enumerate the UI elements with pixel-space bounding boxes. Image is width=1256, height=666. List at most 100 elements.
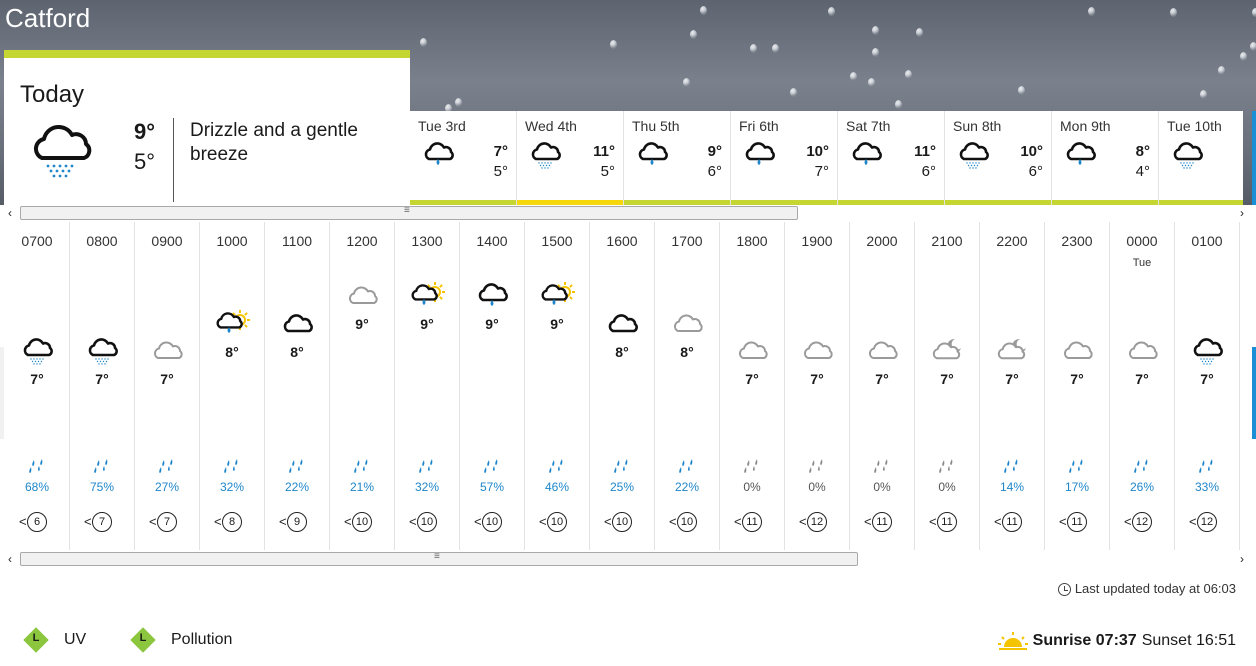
hour-column[interactable]: 0900 7° 27% < 7 xyxy=(135,222,200,550)
wind-direction-icon: < xyxy=(474,514,482,529)
hour-column[interactable]: 1400 9° 57% < 10 xyxy=(460,222,525,550)
wind-direction-icon: < xyxy=(734,514,742,529)
hour-column[interactable]: 1100 8° 22% < 9 xyxy=(265,222,330,550)
hour-time: 2200 xyxy=(996,233,1028,249)
raindrop-decoration xyxy=(1088,7,1095,16)
hour-time: 0800 xyxy=(86,233,118,249)
rain-drops-icon xyxy=(590,458,654,479)
location-title: Catford xyxy=(5,3,91,33)
hour-column[interactable]: 0700 7° 68% < 6 xyxy=(5,222,70,550)
sunrise-time: Sunrise 07:37 xyxy=(1032,632,1137,649)
rain-probability: 26% xyxy=(1129,480,1155,494)
raindrop-decoration xyxy=(1252,8,1256,17)
wind-speed: 11 xyxy=(742,512,762,532)
day-scrollbar[interactable]: ≡ xyxy=(20,205,1240,220)
day-tab[interactable]: Tue 10th xyxy=(1159,111,1243,205)
wind-direction-icon: < xyxy=(84,514,92,529)
wind-direction-icon: < xyxy=(864,514,872,529)
cloud-drizzle-icon xyxy=(28,120,98,185)
today-description: Drizzle and a gentle breeze xyxy=(190,120,358,165)
uv-indicator[interactable]: L UV xyxy=(24,628,87,652)
cloud-rain-icon xyxy=(636,141,670,176)
rain-drops-icon xyxy=(135,458,199,479)
hour-column[interactable]: 0100 7° 33% < 12 xyxy=(1175,222,1240,550)
scroll-right-arrow[interactable]: › xyxy=(1240,206,1244,220)
hour-column[interactable]: 2200 7° 14% < 11 xyxy=(980,222,1045,550)
wind-speed: 10 xyxy=(482,512,502,532)
clock-icon xyxy=(1057,583,1071,596)
raindrop-decoration xyxy=(872,26,879,35)
hour-time: 1400 xyxy=(476,233,508,249)
selected-edge-indicator xyxy=(1252,111,1256,205)
day-low-temp: 6° xyxy=(1028,163,1043,180)
scrollbar-thumb[interactable]: ≡ xyxy=(20,551,858,566)
raindrop-decoration xyxy=(1218,66,1225,75)
day-status-bar xyxy=(1159,200,1243,205)
cloud-drizzle-icon xyxy=(86,337,120,372)
day-tab[interactable]: Thu 5th 9° 6° xyxy=(624,111,731,205)
day-tab[interactable]: Fri 6th 10° 7° xyxy=(731,111,838,205)
scroll-left-arrow[interactable]: ‹ xyxy=(8,206,12,220)
day-name: Tue 3rd xyxy=(418,118,466,134)
grey-cloud-icon xyxy=(671,310,705,345)
wind-speed: 8 xyxy=(222,512,242,532)
rain-drops-icon xyxy=(70,458,134,479)
wind-direction-icon: < xyxy=(1189,514,1197,529)
rain-probability: 32% xyxy=(219,480,245,494)
scrollbar-thumb[interactable]: ≡ xyxy=(20,205,798,220)
day-high-temp: 9° xyxy=(707,143,722,160)
wind-speed: 7 xyxy=(157,512,177,532)
day-tab[interactable]: Sat 7th 11° 6° xyxy=(838,111,945,205)
hour-column[interactable]: 2300 7° 17% < 11 xyxy=(1045,222,1110,550)
hour-temp: 7° xyxy=(1200,371,1214,387)
hour-column[interactable]: 1600 8° 25% < 10 xyxy=(590,222,655,550)
hour-column[interactable]: 1900 7° 0% < 12 xyxy=(785,222,850,550)
sun-cloud-rain-icon xyxy=(541,282,575,317)
wind-speed: 11 xyxy=(872,512,892,532)
cloud-drizzle-icon xyxy=(1171,141,1205,176)
hour-time: 1700 xyxy=(671,233,703,249)
day-tabs: Tue 3rd 7° 5° Wed 4th 11° 5° Thu 5th 9° … xyxy=(410,111,1256,205)
day-name: Wed 4th xyxy=(525,118,577,134)
day-tab[interactable]: Sun 8th 10° 6° xyxy=(945,111,1052,205)
hour-column[interactable]: 0800 7° 75% < 7 xyxy=(70,222,135,550)
hour-column[interactable]: 1300 9° 32% < 10 xyxy=(395,222,460,550)
scroll-left-arrow[interactable]: ‹ xyxy=(8,552,12,566)
pollution-label: Pollution xyxy=(171,631,233,648)
day-tab[interactable]: Tue 3rd 7° 5° xyxy=(410,111,517,205)
rain-probability: 46% xyxy=(544,480,570,494)
hour-column[interactable]: 1500 9° 46% < 10 xyxy=(525,222,590,550)
wind-direction-icon: < xyxy=(409,514,417,529)
wind-speed: 10 xyxy=(352,512,372,532)
hour-temp: 7° xyxy=(1135,371,1149,387)
day-high-temp: 11° xyxy=(914,143,936,160)
hour-column[interactable]: 2100 7° 0% < 11 xyxy=(915,222,980,550)
scroll-right-arrow[interactable]: › xyxy=(1240,552,1244,566)
hour-temp: 7° xyxy=(810,371,824,387)
day-tab[interactable]: Mon 9th 8° 4° xyxy=(1052,111,1159,205)
wind-direction-icon: < xyxy=(929,514,937,529)
hour-column[interactable]: 1800 7° 0% < 11 xyxy=(720,222,785,550)
hour-temp: 7° xyxy=(160,371,174,387)
raindrop-decoration xyxy=(868,78,875,87)
wind-speed: 11 xyxy=(937,512,957,532)
hour-column[interactable]: 2000 7° 0% < 11 xyxy=(850,222,915,550)
hour-column[interactable]: 1700 8° 22% < 10 xyxy=(655,222,720,550)
pollution-indicator[interactable]: L Pollution xyxy=(131,628,233,652)
rain-drops-icon xyxy=(5,458,69,479)
today-card[interactable]: Today 9° 5° Drizzle and a gentle breeze xyxy=(4,50,410,205)
wind-speed: 10 xyxy=(677,512,697,532)
raindrop-decoration xyxy=(610,40,617,49)
hour-column[interactable]: 1000 8° 32% < 8 xyxy=(200,222,265,550)
hourly-scrollbar[interactable]: ≡ xyxy=(20,551,1240,566)
last-updated: Last updated today at 06:03 xyxy=(1057,581,1236,596)
day-low-temp: 6° xyxy=(707,163,722,180)
raindrop-decoration xyxy=(895,100,902,109)
hour-column[interactable]: 0000 Tue 7° 26% < 12 xyxy=(1110,222,1175,550)
day-tab[interactable]: Wed 4th 11° 5° xyxy=(517,111,624,205)
day-high-temp: 7° xyxy=(493,143,508,160)
hour-column[interactable]: 1200 9° 21% < 10 xyxy=(330,222,395,550)
hour-temp: 7° xyxy=(1070,371,1084,387)
wind-speed: 7 xyxy=(92,512,112,532)
side-panel xyxy=(0,347,4,439)
